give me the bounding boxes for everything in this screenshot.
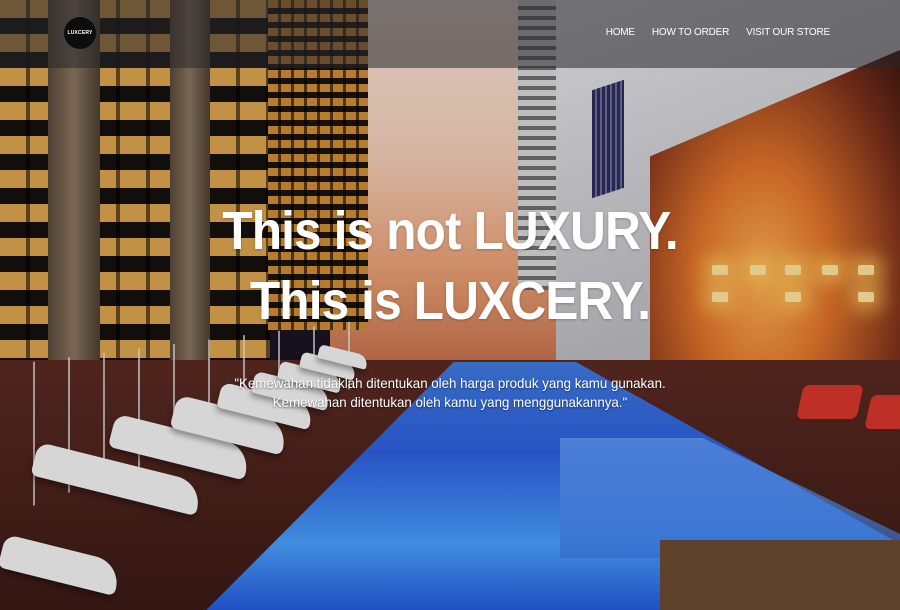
quote-line-1: "Kemewahan tidaklah ditentukan oleh harg… xyxy=(234,375,666,391)
site-logo[interactable]: LUXCERY xyxy=(64,17,96,49)
nav-menu: HOME HOW TO ORDER VISIT OUR STORE xyxy=(606,27,831,38)
navbar: LUXCERY HOME HOW TO ORDER VISIT OUR STOR… xyxy=(0,0,900,68)
hero-heading: This is not LUXURY. This is LUXCERY. xyxy=(0,196,900,336)
hero-quote: "Kemewahan tidaklah ditentukan oleh harg… xyxy=(23,374,878,412)
hero-line-2: This is LUXCERY. xyxy=(249,271,651,331)
quote-line-2: Kemewahan ditentukan oleh kamu yang meng… xyxy=(272,394,628,410)
nav-link-visit-our-store[interactable]: VISIT OUR STORE xyxy=(746,27,830,38)
nav-link-how-to-order[interactable]: HOW TO ORDER xyxy=(652,27,729,38)
hero-line-1: This is not LUXURY. xyxy=(222,201,678,261)
nav-link-home[interactable]: HOME xyxy=(606,27,635,38)
